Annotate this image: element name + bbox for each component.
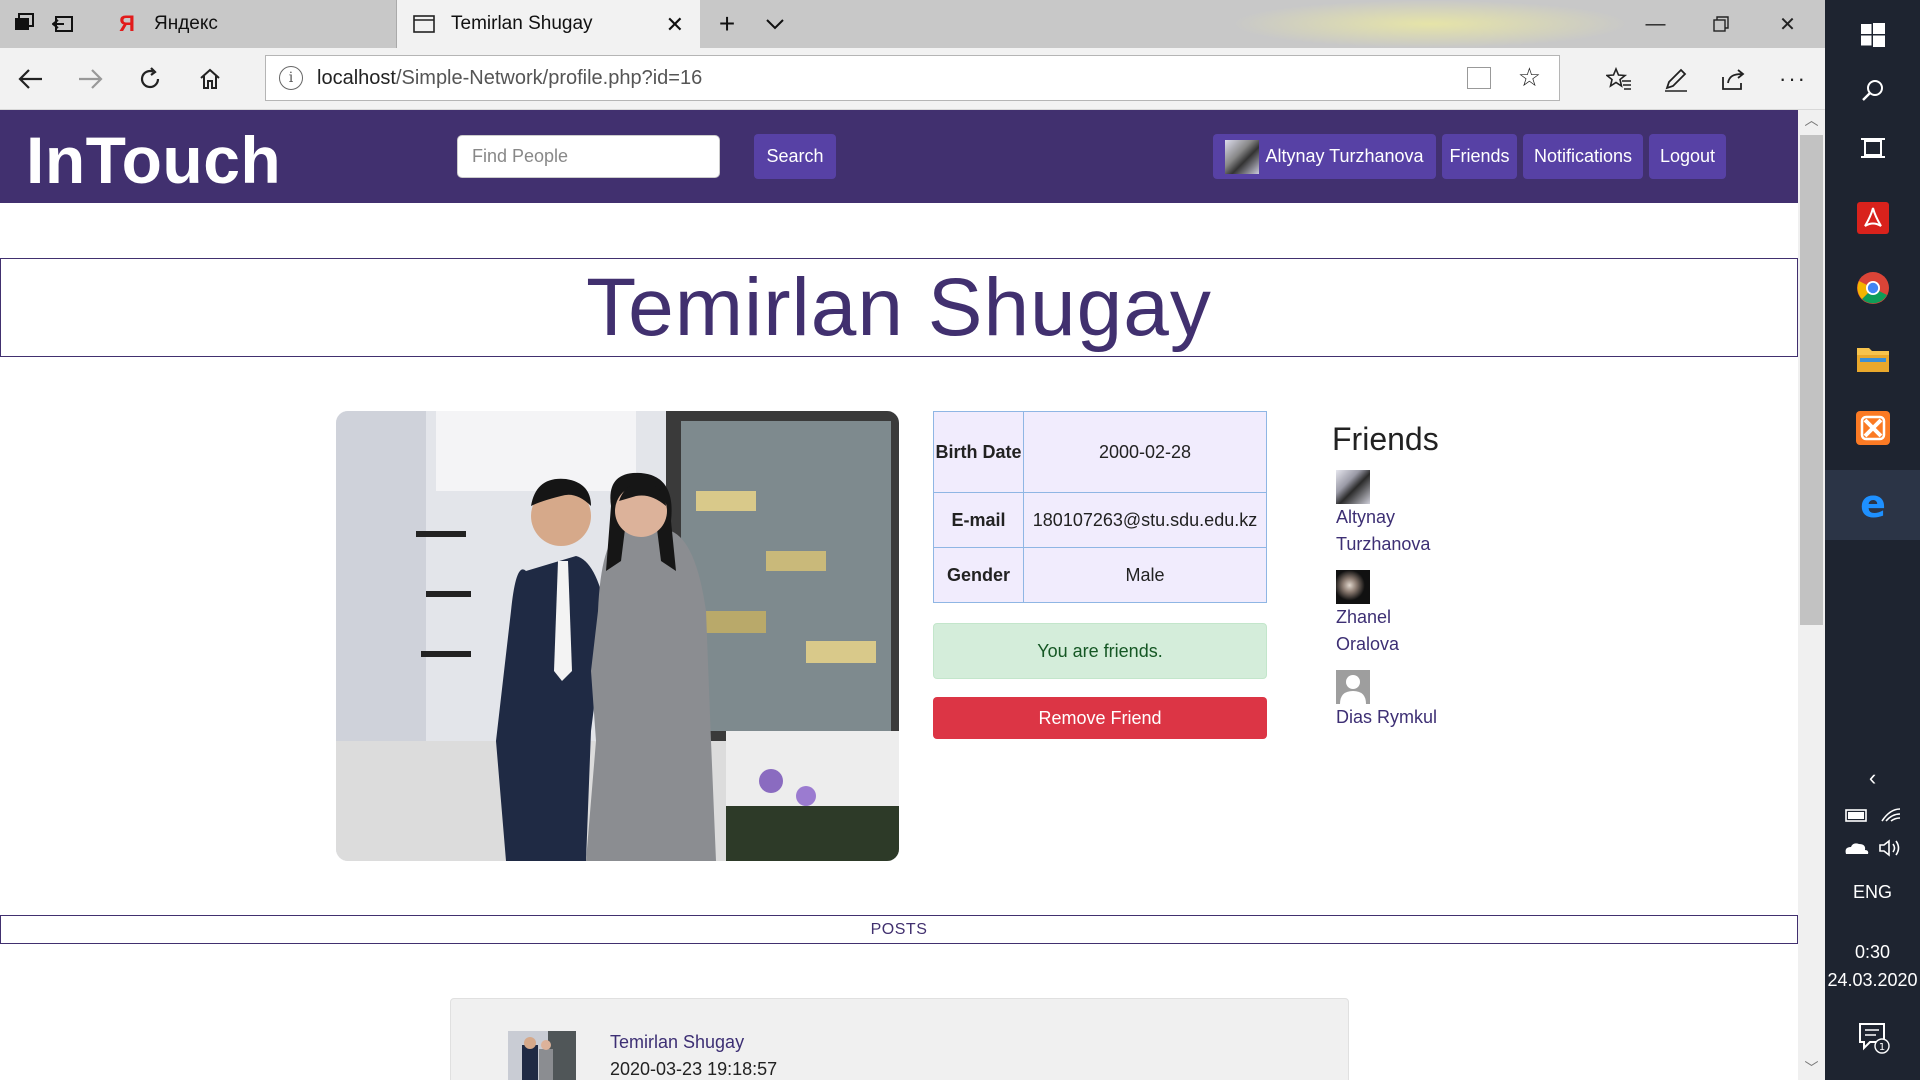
post-date: 2020-03-23 19:18:57 (610, 1059, 778, 1079)
pen-icon[interactable] (1659, 62, 1693, 96)
post-author-avatar[interactable] (508, 1031, 576, 1080)
task-view-icon[interactable] (1825, 113, 1920, 183)
friend-name-link[interactable]: Dias Rymkul (1336, 704, 1446, 731)
close-window-icon[interactable]: ✕ (1755, 0, 1820, 48)
info-label: Birth Date (933, 411, 1024, 493)
profile-name-banner: Temirlan Shugay (0, 258, 1798, 357)
back-icon[interactable] (14, 62, 48, 96)
onedrive-volume-icons[interactable] (1825, 838, 1920, 863)
info-row: Birth Date 2000-02-28 (933, 411, 1267, 493)
xampp-icon[interactable] (1825, 393, 1920, 463)
friend-item[interactable]: Altynay Turzhanova (1336, 470, 1552, 558)
profile-name: Temirlan Shugay (586, 261, 1212, 353)
action-center-icon[interactable]: 1 (1825, 1020, 1920, 1059)
tab-bar-glow (1230, 0, 1630, 48)
svg-text:e: e (1860, 488, 1886, 522)
show-hidden-icons-icon[interactable]: ‹ (1825, 765, 1920, 791)
clock-time[interactable]: 0:30 (1825, 942, 1920, 963)
info-label: Gender (933, 547, 1024, 603)
info-row: Gender Male (933, 547, 1267, 603)
friend-item[interactable]: Dias Rymkul (1336, 670, 1552, 731)
find-people-input[interactable] (457, 135, 720, 178)
yandex-icon: Я (119, 11, 135, 36)
tab-yandex[interactable]: Я Яндекс (100, 0, 397, 48)
vertical-scrollbar[interactable]: ︿ ﹀ (1798, 110, 1825, 1080)
share-icon[interactable] (1716, 62, 1750, 96)
tab-title: Яндекс (154, 13, 218, 34)
friend-avatar[interactable] (1336, 570, 1370, 604)
restore-icon[interactable] (1688, 0, 1753, 48)
page-content: InTouch Search Altynay Turzhanova Friend… (0, 110, 1798, 1080)
clock-date[interactable]: 24.03.2020 (1825, 970, 1920, 991)
battery-wifi-icons[interactable] (1825, 805, 1920, 830)
refresh-icon[interactable] (133, 62, 167, 96)
user-avatar (1225, 139, 1260, 174)
friends-panel: Friends Altynay Turzhanova Zhanel Oralov… (1332, 411, 1552, 743)
home-icon[interactable] (193, 62, 227, 96)
info-value: 180107263@stu.sdu.edu.kz (1023, 492, 1267, 548)
more-icon[interactable]: ··· (1776, 62, 1810, 96)
post-card: Temirlan Shugay 2020-03-23 19:18:57 (450, 998, 1349, 1080)
tab-preview-icon[interactable] (12, 11, 38, 37)
forward-icon[interactable] (73, 62, 107, 96)
browser-tab-bar: Я Яндекс Temirlan Shugay ✕ + — ✕ (0, 0, 1825, 48)
search-button[interactable]: Search (754, 134, 836, 179)
profile-info-table: Birth Date 2000-02-28 E-mail 180107263@s… (933, 411, 1267, 603)
favorite-star-icon[interactable]: ☆ (1518, 62, 1541, 93)
address-bar[interactable]: i localhost/Simple-Network/profile.php?i… (265, 55, 1560, 101)
posts-section-header: POSTS (0, 915, 1798, 944)
tab-title: Temirlan Shugay (451, 13, 593, 34)
default-avatar-icon[interactable] (1336, 670, 1370, 704)
friend-avatar[interactable] (1336, 470, 1370, 504)
url-text: localhost/Simple-Network/profile.php?id=… (317, 66, 703, 89)
edge-icon[interactable]: e (1825, 470, 1920, 540)
site-info-icon[interactable]: i (279, 66, 303, 90)
chevron-down-icon[interactable] (762, 11, 788, 37)
page-icon (411, 11, 437, 37)
friends-title: Friends (1332, 421, 1439, 457)
minimize-icon[interactable]: — (1623, 0, 1688, 48)
friend-name-link[interactable]: Altynay Turzhanova (1336, 504, 1446, 558)
site-logo[interactable]: InTouch (26, 122, 281, 198)
profile-photo (336, 411, 899, 861)
current-user-name: Altynay Turzhanova (1265, 146, 1424, 166)
friend-item[interactable]: Zhanel Oralova (1336, 570, 1552, 658)
friends-nav-button[interactable]: Friends (1442, 134, 1517, 179)
post-author-name[interactable]: Temirlan Shugay (610, 1032, 744, 1053)
remove-friend-button[interactable]: Remove Friend (933, 697, 1267, 739)
file-explorer-icon[interactable] (1825, 323, 1920, 393)
info-value: 2000-02-28 (1023, 411, 1267, 493)
new-tab-icon[interactable]: + (714, 8, 740, 39)
notifications-nav-button[interactable]: Notifications (1523, 134, 1643, 179)
language-indicator[interactable]: ENG (1825, 882, 1920, 903)
acrobat-reader-icon[interactable] (1825, 183, 1920, 253)
windows-taskbar: e ‹ ENG 0:30 24.03.2020 1 (1825, 0, 1920, 1080)
tab-profile[interactable]: Temirlan Shugay ✕ (397, 0, 700, 48)
site-header: InTouch Search Altynay Turzhanova Friend… (0, 110, 1798, 203)
info-row: E-mail 180107263@stu.sdu.edu.kz (933, 492, 1267, 548)
close-tab-icon[interactable]: ✕ (666, 12, 684, 38)
scrollbar-thumb[interactable] (1800, 135, 1823, 625)
info-value: Male (1023, 547, 1267, 603)
scroll-down-arrow[interactable]: ﹀ (1798, 1058, 1825, 1080)
notification-count: 1 (1878, 1042, 1884, 1053)
friend-name-link[interactable]: Zhanel Oralova (1336, 604, 1446, 658)
browser-nav-bar: i localhost/Simple-Network/profile.php?i… (0, 48, 1825, 110)
reading-view-icon[interactable] (1467, 67, 1491, 89)
info-label: E-mail (933, 492, 1024, 548)
scroll-up-arrow[interactable]: ︿ (1798, 110, 1825, 132)
friend-status-alert: You are friends. (933, 623, 1267, 679)
logout-button[interactable]: Logout (1649, 134, 1726, 179)
current-user-button[interactable]: Altynay Turzhanova (1213, 134, 1436, 179)
set-aside-tabs-icon[interactable] (50, 11, 76, 37)
chrome-icon[interactable] (1825, 253, 1920, 323)
favorites-list-icon[interactable] (1602, 62, 1636, 96)
